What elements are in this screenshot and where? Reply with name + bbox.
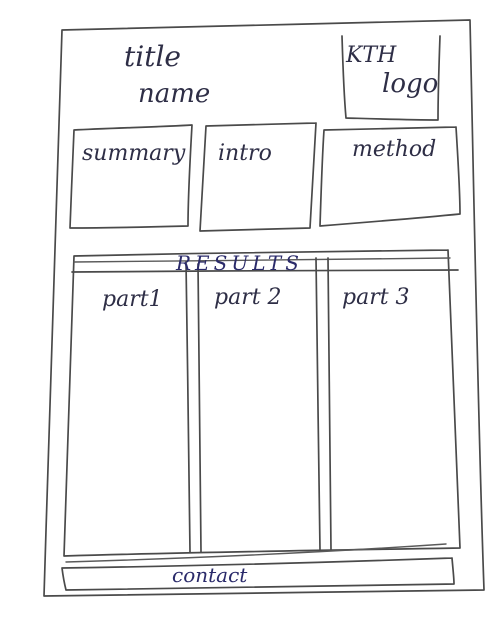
intro-box: [199, 122, 317, 232]
method-label: method: [352, 137, 437, 162]
logo-text-line2: logo: [382, 69, 439, 99]
intro-label: intro: [218, 141, 272, 166]
results-heading: RESULTS: [176, 251, 303, 275]
results-divider-2: [315, 257, 332, 551]
contact-label: contact: [172, 563, 248, 587]
results-part-1-label: part1: [102, 287, 163, 312]
summary-label: summary: [82, 141, 186, 166]
logo-text-line1: KTH: [346, 43, 397, 68]
results-divider-1: [185, 261, 202, 553]
contact-top-line: [65, 543, 447, 563]
contact-box: [61, 557, 455, 591]
results-part-3-label: part 3: [342, 285, 410, 310]
title-label: title: [124, 40, 181, 73]
name-label: name: [138, 79, 211, 109]
results-part-2-label: part 2: [214, 285, 282, 310]
